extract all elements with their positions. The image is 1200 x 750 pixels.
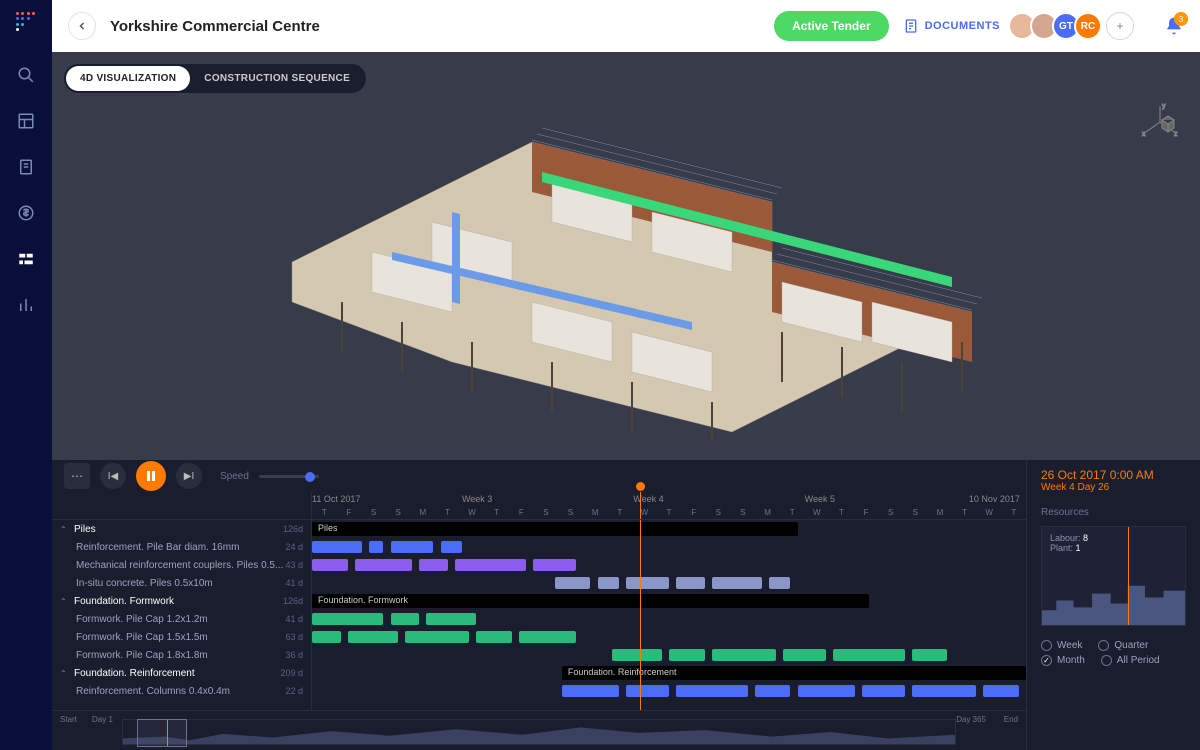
task-row[interactable]: ⌃Piles126d (52, 520, 311, 538)
avatar-stack: GT RC + (1014, 12, 1134, 40)
period-options: Week Quarter Month All Period (1041, 640, 1186, 666)
view-tabs: 4D VISUALIZATION CONSTRUCTION SEQUENCE (64, 64, 366, 93)
skip-back-button[interactable]: I◀ (100, 463, 126, 489)
task-list: ⌃Piles126dReinforcement. Pile Bar diam. … (52, 520, 312, 710)
task-row[interactable]: Reinforcement. Columns 0.4x0.4m22 d (52, 682, 311, 700)
mini-timeline[interactable]: Start Day 1 Day 365 End (52, 710, 1026, 750)
playhead[interactable] (640, 492, 641, 519)
task-row[interactable]: Formwork. Pile Cap 1.2x1.2m41 d (52, 610, 311, 628)
period-all[interactable]: All Period (1101, 655, 1160, 666)
topbar: Yorkshire Commercial Centre Active Tende… (52, 0, 1200, 52)
nav-layout-icon[interactable] (15, 110, 37, 132)
documents-link[interactable]: DOCUMENTS (903, 18, 1000, 34)
3d-viewport[interactable]: 4D VISUALIZATION CONSTRUCTION SEQUENCE y… (52, 52, 1200, 460)
avatar[interactable]: RC (1074, 12, 1102, 40)
tender-button[interactable]: Active Tender (774, 11, 888, 41)
period-quarter[interactable]: Quarter (1098, 640, 1148, 651)
timeline-header: 11 Oct 2017 Week 3 Week 4 Week 5 10 Nov … (312, 492, 1026, 519)
task-row[interactable]: ⌃Foundation. Reinforcement209 d (52, 664, 311, 682)
nav-cost-icon[interactable] (15, 202, 37, 224)
playback-controls: ⋯ I◀ ▶I Speed (52, 460, 1026, 492)
back-button[interactable] (68, 12, 96, 40)
gantt-chart[interactable]: PilesFoundation. FormworkFoundation. Rei… (312, 520, 1026, 710)
svg-text:z: z (1174, 131, 1178, 138)
task-row[interactable]: Formwork. Pile Cap 1.5x1.5m63 d (52, 628, 311, 646)
speed-label: Speed (220, 471, 249, 482)
tab-4d-visualization[interactable]: 4D VISUALIZATION (66, 66, 190, 91)
svg-text:y: y (1162, 103, 1166, 110)
period-month[interactable]: Month (1041, 655, 1085, 666)
more-options-button[interactable]: ⋯ (64, 463, 90, 489)
resources-chart: Labour: 8 Plant: 1 (1041, 526, 1186, 626)
svg-text:x: x (1142, 131, 1146, 138)
timeline-panel: ⋯ I◀ ▶I Speed 11 Oct 2017 Week 3 Week 4 … (52, 460, 1200, 750)
building-model (252, 122, 1012, 452)
tab-construction-sequence[interactable]: CONSTRUCTION SEQUENCE (190, 66, 364, 91)
speed-slider[interactable] (259, 475, 319, 478)
nav-timeline-icon[interactable] (15, 248, 37, 270)
nav-search-icon[interactable] (15, 64, 37, 86)
add-user-button[interactable]: + (1106, 12, 1134, 40)
task-row[interactable]: In-situ concrete. Piles 0.5x10m41 d (52, 574, 311, 592)
pause-button[interactable] (136, 461, 166, 491)
axis-gizmo[interactable]: y x z (1140, 102, 1180, 142)
current-week-day: Week 4 Day 26 (1041, 482, 1186, 493)
notifications-button[interactable]: 3 (1164, 16, 1184, 36)
sidebar (0, 0, 52, 750)
task-row[interactable]: Reinforcement. Pile Bar diam. 16mm24 d (52, 538, 311, 556)
task-row[interactable]: Mechanical reinforcement couplers. Piles… (52, 556, 311, 574)
project-title: Yorkshire Commercial Centre (110, 18, 760, 35)
period-week[interactable]: Week (1041, 640, 1082, 651)
nav-document-icon[interactable] (15, 156, 37, 178)
current-date: 26 Oct 2017 0:00 AM (1041, 468, 1186, 482)
task-row[interactable]: Formwork. Pile Cap 1.8x1.8m36 d (52, 646, 311, 664)
info-panel: 26 Oct 2017 0:00 AM Week 4 Day 26 Resour… (1026, 460, 1200, 750)
document-icon (903, 18, 919, 34)
app-logo[interactable] (16, 12, 36, 32)
nav-analytics-icon[interactable] (15, 294, 37, 316)
skip-forward-button[interactable]: ▶I (176, 463, 202, 489)
notification-badge: 3 (1174, 12, 1188, 26)
task-row[interactable]: ⌃Foundation. Formwork126d (52, 592, 311, 610)
